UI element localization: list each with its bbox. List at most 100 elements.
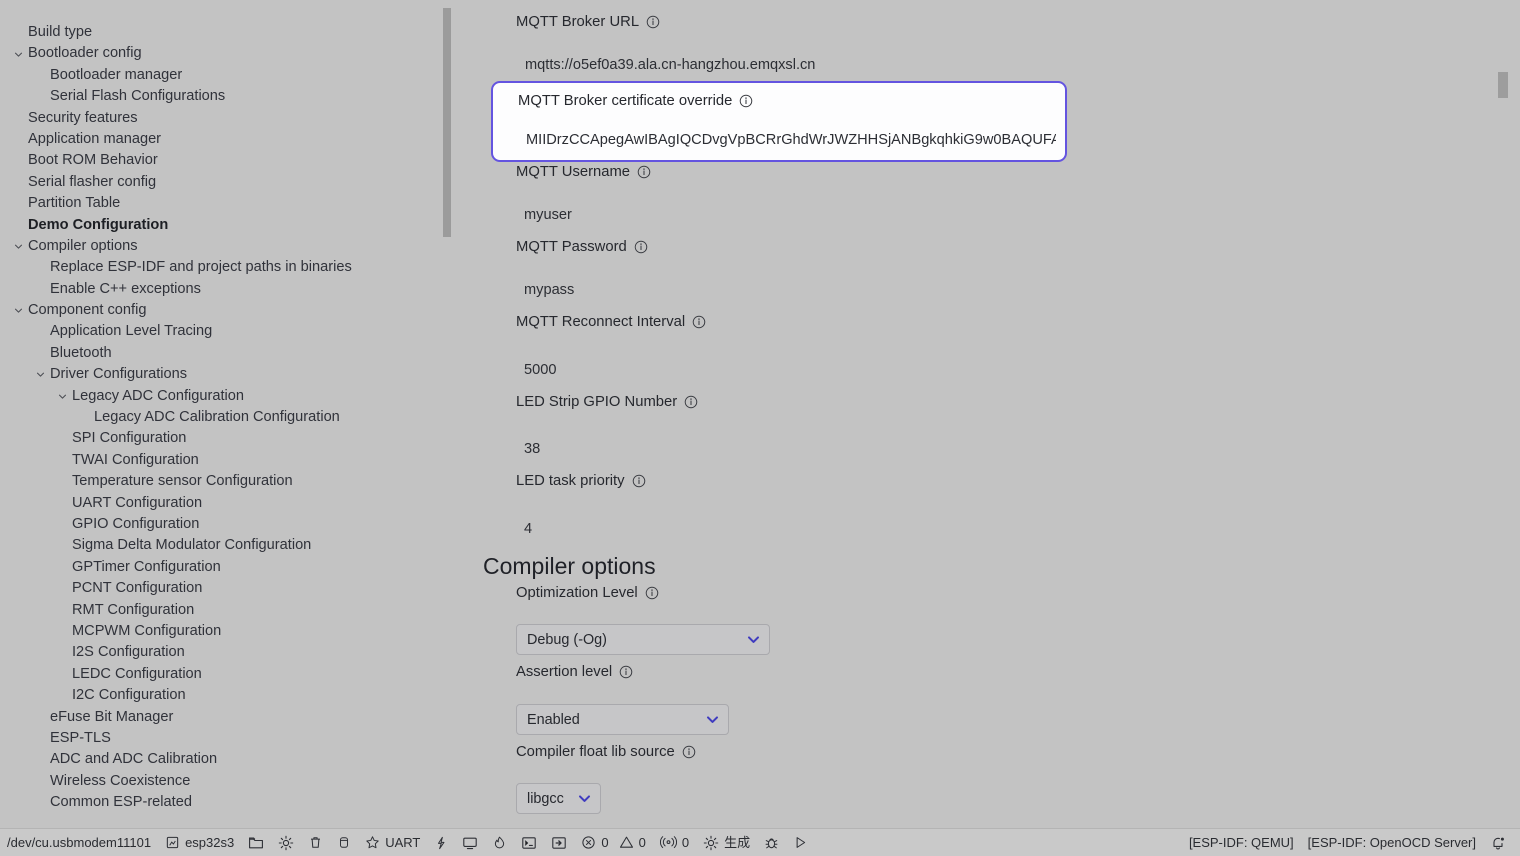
status-monitor-device-button[interactable]	[455, 829, 485, 856]
tree-item[interactable]: GPTimer Configuration	[0, 557, 452, 578]
tree-twisty-placeholder	[54, 624, 70, 640]
status-run-button[interactable]	[786, 829, 815, 856]
tree-item[interactable]: Bluetooth	[0, 343, 452, 364]
tree-item[interactable]: Wireless Coexistence	[0, 771, 452, 792]
tree-item[interactable]: Serial flasher config	[0, 172, 452, 193]
status-notifications-button[interactable]	[1483, 829, 1520, 856]
tree-item[interactable]: Security features	[0, 108, 452, 129]
select-compiler-float-lib-source[interactable]: libgcc	[516, 783, 601, 814]
status-remote-radio[interactable]: 0	[653, 829, 696, 856]
tree-item[interactable]: Driver Configurations	[0, 364, 452, 385]
chevron-down-icon[interactable]	[54, 388, 70, 404]
tree-item[interactable]: eFuse Bit Manager	[0, 707, 452, 728]
status-flash-device-button[interactable]	[330, 829, 358, 856]
tree-item[interactable]: Partition Table	[0, 193, 452, 214]
status-qemu[interactable]: [ESP-IDF: QEMU]	[1182, 829, 1301, 856]
tree-item[interactable]: Legacy ADC Calibration Configuration	[0, 407, 452, 428]
tree-item-label: Compiler options	[28, 237, 138, 254]
info-icon[interactable]	[684, 395, 698, 409]
sidebar-scrollbar-thumb[interactable]	[443, 8, 451, 237]
value-led-strip-gpio-number[interactable]: 38	[524, 441, 540, 457]
tree-item[interactable]: Common ESP-related	[0, 792, 452, 813]
tree-item[interactable]: Serial Flash Configurations	[0, 86, 452, 107]
status-flash-button[interactable]	[485, 829, 514, 856]
status-build-button[interactable]: 生成	[696, 829, 757, 856]
status-problems[interactable]: 0 0	[574, 829, 652, 856]
status-monitor-uart[interactable]: UART	[358, 829, 427, 856]
tree-item-label: Build type	[28, 24, 93, 40]
play-icon	[793, 835, 808, 850]
tree-item[interactable]: PCNT Configuration	[0, 578, 452, 599]
main-scrollbar-thumb[interactable]	[1498, 72, 1508, 98]
folder-icon	[248, 835, 264, 851]
select-assertion-level[interactable]: Enabled	[516, 704, 729, 735]
info-icon[interactable]	[739, 94, 753, 108]
tree-item[interactable]: Build type	[0, 22, 452, 43]
value-mqtt-broker-certificate-override[interactable]: MIIDrzCCApegAwIBAgIQCDvgVpBCRrGhdWrJWZHH…	[526, 132, 1056, 148]
info-icon[interactable]	[682, 745, 696, 759]
tree-item[interactable]: Enable C++ exceptions	[0, 279, 452, 300]
info-icon[interactable]	[692, 315, 706, 329]
chevron-down-icon[interactable]	[10, 46, 26, 62]
tree-item[interactable]: Compiler options	[0, 236, 452, 257]
tree-item[interactable]: Application Level Tracing	[0, 321, 452, 342]
tree-item[interactable]: Temperature sensor Configuration	[0, 471, 452, 492]
warning-icon	[619, 835, 634, 850]
status-openocd-server[interactable]: [ESP-IDF: OpenOCD Server]	[1301, 829, 1483, 856]
tree-item[interactable]: Demo Configuration	[0, 215, 452, 236]
tree-item[interactable]: LEDC Configuration	[0, 664, 452, 685]
tree-item[interactable]: Boot ROM Behavior	[0, 150, 452, 171]
tree-item[interactable]: ADC and ADC Calibration	[0, 749, 452, 770]
info-icon[interactable]	[646, 15, 660, 29]
info-icon[interactable]	[632, 474, 646, 488]
status-bug-button[interactable]	[757, 829, 786, 856]
tree-item[interactable]: GPIO Configuration	[0, 514, 452, 535]
status-serial-port[interactable]: /dev/cu.usbmodem11101	[0, 829, 158, 856]
select-optimization-level[interactable]: Debug (-Og)	[516, 624, 770, 655]
tree-item-label: Application manager	[28, 130, 162, 147]
tree-item[interactable]: Replace ESP-IDF and project paths in bin…	[0, 257, 452, 278]
status-target-device[interactable]: esp32s3	[158, 829, 241, 856]
chevron-down-icon[interactable]	[10, 303, 26, 319]
tree-twisty-placeholder	[32, 281, 48, 297]
chevron-down-icon[interactable]	[32, 367, 48, 383]
tree-item[interactable]: TWAI Configuration	[0, 450, 452, 471]
tree-item[interactable]: MCPWM Configuration	[0, 621, 452, 642]
tree-item[interactable]: I2C Configuration	[0, 685, 452, 706]
info-icon[interactable]	[637, 165, 651, 179]
tree-item[interactable]: Legacy ADC Configuration	[0, 386, 452, 407]
status-debug-button[interactable]	[427, 829, 455, 856]
value-mqtt-reconnect-interval[interactable]: 5000	[524, 362, 556, 378]
tree-item[interactable]: Application manager	[0, 129, 452, 150]
tree-item[interactable]: Bootloader config	[0, 43, 452, 64]
status-folder-button[interactable]	[241, 829, 271, 856]
tree-item[interactable]: ESP-TLS	[0, 728, 452, 749]
tree-item[interactable]: I2S Configuration	[0, 642, 452, 663]
info-icon[interactable]	[634, 240, 648, 254]
value-led-task-priority[interactable]: 4	[524, 521, 532, 537]
field-mqtt-reconnect-interval: MQTT Reconnect Interval	[516, 314, 706, 330]
esp-idf-sdk-config-editor: Build type Bootloader config Bootloader ma…	[0, 0, 1520, 856]
value-mqtt-username[interactable]: myuser	[524, 207, 572, 223]
info-icon[interactable]	[645, 586, 659, 600]
status-terminal-button[interactable]	[514, 829, 544, 856]
value-mqtt-broker-url[interactable]: mqtts://o5ef0a39.ala.cn-hangzhou.emqxsl.…	[525, 57, 815, 73]
info-icon[interactable]	[619, 665, 633, 679]
tree-item[interactable]: Sigma Delta Modulator Configuration	[0, 535, 452, 556]
tree-item[interactable]: RMT Configuration	[0, 600, 452, 621]
status-settings-button[interactable]	[271, 829, 301, 856]
tree-item[interactable]: UART Configuration	[0, 493, 452, 514]
field-label: MQTT Broker URL	[516, 14, 660, 30]
tree-item[interactable]: Component config	[0, 300, 452, 321]
chevron-down-icon[interactable]	[10, 239, 26, 255]
field-mqtt-broker-certificate-override-card[interactable]: MQTT Broker certificate override MIIDrzC…	[491, 81, 1067, 162]
field-label-text: MQTT Broker URL	[516, 14, 640, 30]
config-tree-sidebar[interactable]: Build type Bootloader config Bootloader ma…	[0, 0, 452, 828]
status-open-button[interactable]	[544, 829, 574, 856]
status-fullclean-button[interactable]	[301, 829, 330, 856]
value-mqtt-password[interactable]: mypass	[524, 282, 574, 298]
tree-twisty-placeholder	[54, 645, 70, 661]
error-icon	[581, 835, 596, 850]
tree-item[interactable]: SPI Configuration	[0, 428, 452, 449]
tree-item[interactable]: Bootloader manager	[0, 65, 452, 86]
